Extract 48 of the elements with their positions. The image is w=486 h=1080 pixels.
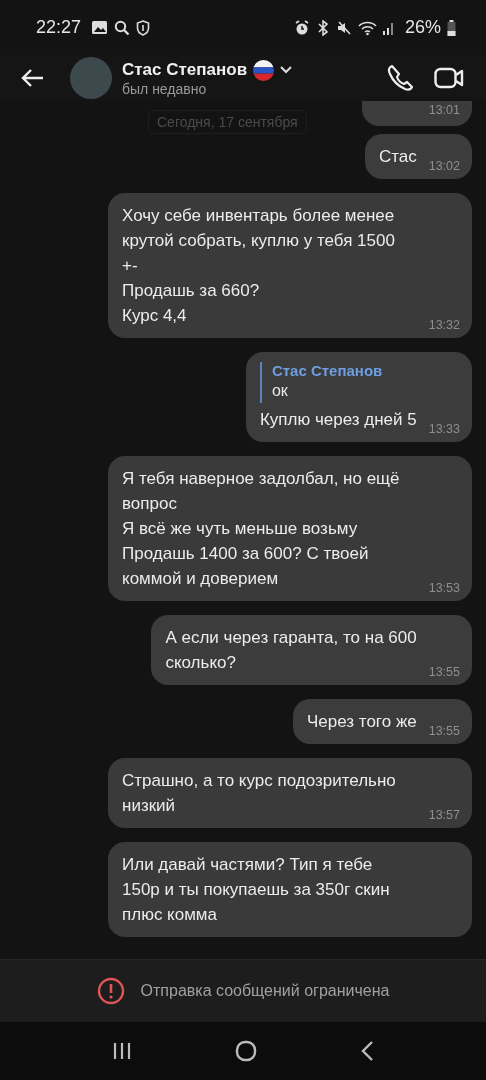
- message-time: 13:55: [428, 724, 460, 738]
- message-text: Стас: [378, 146, 417, 168]
- image-icon: [91, 20, 109, 35]
- message-bubble[interactable]: Я тебя наверное задолбал, но ещё вопрос Я всё же чуть меньше возьму Продашь 1400 за 600? С твоей коммой и доверием 13:53: [108, 456, 472, 601]
- message-time: 13:02: [428, 159, 460, 173]
- battery-percent: 26%: [404, 17, 441, 38]
- wifi-icon: [357, 19, 377, 36]
- bluetooth-icon: [315, 19, 330, 36]
- message-text: Я тебя наверное задолбал, но ещё вопрос Я всё же чуть меньше возьму Продашь 1400 за 600? С твоей коммой и доверием: [122, 468, 400, 590]
- message-time: 13:53: [428, 581, 460, 595]
- alarm-icon: [293, 19, 310, 36]
- recent-apps-icon[interactable]: [111, 1041, 132, 1061]
- message-text: Куплю через дней 5: [259, 409, 417, 431]
- home-icon[interactable]: [235, 1040, 257, 1062]
- warning-icon: [96, 977, 125, 1005]
- search-icon: [114, 19, 131, 36]
- chevron-down-icon[interactable]: [280, 66, 293, 74]
- quoted-text: ок: [271, 381, 289, 401]
- shield-icon: [136, 19, 151, 36]
- message-bubble[interactable]: Через того же 13:55: [293, 699, 472, 744]
- last-seen-status: был недавно: [122, 80, 208, 97]
- message-text: Страшно, а то курс подозрительно низкий: [122, 770, 396, 817]
- message-bubble[interactable]: Или давай частями? Тип я тебе 150р и ты покупаешь за 350г скин плюс комма: [108, 842, 472, 937]
- back-icon[interactable]: [360, 1040, 375, 1062]
- clock-time: 22:27: [36, 17, 82, 38]
- contact-name[interactable]: Стас Степанов: [122, 60, 248, 80]
- restriction-notice: Отправка сообщений ограничена: [140, 982, 390, 1000]
- message-bubble[interactable]: А если через гаранта, то на 600 сколько? 13:55: [151, 615, 472, 685]
- message-time: 13:33: [428, 422, 460, 436]
- battery-icon: [447, 19, 456, 36]
- phone-icon[interactable]: [386, 64, 414, 92]
- message-bubble[interactable]: Стас Степанов ок Куплю через дней 5 13:33: [245, 352, 472, 442]
- message-time: 13:01: [428, 103, 460, 117]
- message-text: А если через гаранта, то на 600 сколько?: [165, 627, 417, 674]
- message-time: 13:32: [428, 318, 460, 332]
- back-arrow-icon[interactable]: [20, 68, 44, 88]
- message-bubble[interactable]: Стас 13:02: [364, 134, 472, 179]
- message-bubble[interactable]: Страшно, а то курс подозрительно низкий 13:57: [108, 758, 472, 828]
- video-camera-icon[interactable]: [434, 67, 464, 89]
- message-text: Или давай частями? Тип я тебе 150р и ты покупаешь за 350г скин плюс комма: [122, 854, 390, 926]
- flag-icon: [253, 59, 275, 81]
- mute-icon: [335, 19, 352, 36]
- message-text: Через того же: [307, 711, 417, 733]
- message-time: 13:55: [428, 665, 460, 679]
- message-time: 13:57: [428, 808, 460, 822]
- message-text: Хочу себе инвентарь более менее крутой собрать, куплю у тебя 1500 +- Продашь за 660? Курс 4,4: [122, 205, 395, 327]
- quoted-author: Стас Степанов: [271, 362, 384, 379]
- message-bubble[interactable]: Хочу себе инвентарь более менее крутой собрать, куплю у тебя 1500 +- Продашь за 660? Курс 4,4 13:32: [108, 193, 472, 338]
